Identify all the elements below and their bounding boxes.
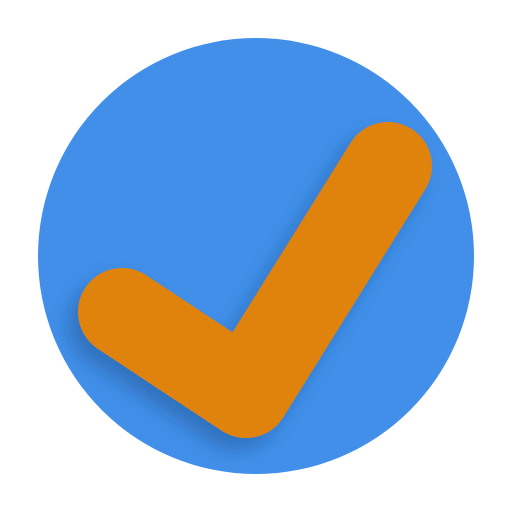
icon-canvas bbox=[0, 0, 512, 512]
checkmark-icon bbox=[38, 38, 474, 474]
